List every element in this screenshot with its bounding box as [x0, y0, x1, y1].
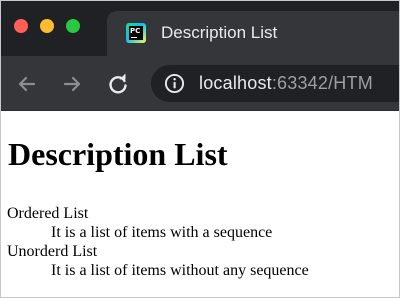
url-path: :63342/HTM — [271, 73, 373, 93]
back-button[interactable] — [14, 71, 40, 97]
tab-strip: PC Description List — [1, 1, 399, 56]
close-window-button[interactable] — [14, 19, 28, 33]
list-term: Ordered List — [7, 205, 89, 222]
minimize-window-button[interactable] — [40, 19, 54, 33]
list-description: It is a list of items with a sequence — [51, 224, 273, 241]
info-icon[interactable] — [164, 73, 185, 94]
list-description: It is a list of items without any sequen… — [51, 262, 309, 279]
url-host: localhost — [199, 73, 272, 93]
arrow-right-icon — [63, 76, 81, 92]
browser-window: PC Description List localhost:63342/HTM … — [0, 0, 400, 298]
address-bar[interactable]: localhost:63342/HTM — [151, 65, 399, 102]
list-term: Unorderd List — [7, 243, 98, 260]
page-title: Description List — [8, 136, 228, 172]
maximize-window-button[interactable] — [66, 19, 80, 33]
arrow-left-icon — [18, 76, 36, 92]
pycharm-icon: PC — [126, 23, 146, 43]
description-list: Ordered List It is a list of items with … — [7, 204, 309, 280]
url-text[interactable]: localhost:63342/HTM — [199, 73, 373, 94]
tab-title: Description List — [161, 23, 278, 42]
page-content: Description List Ordered List It is a li… — [1, 111, 399, 297]
reload-button[interactable] — [105, 71, 131, 97]
active-tab[interactable]: PC Description List — [107, 11, 399, 56]
browser-toolbar: localhost:63342/HTM — [1, 56, 399, 111]
forward-button[interactable] — [59, 71, 85, 97]
reload-icon — [109, 73, 127, 94]
favicon-text: PC — [130, 27, 141, 35]
